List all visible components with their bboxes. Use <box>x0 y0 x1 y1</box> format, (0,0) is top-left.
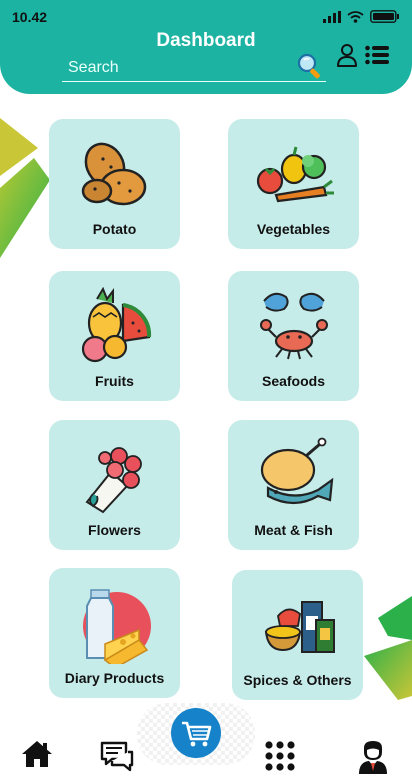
category-dairy-products[interactable]: Diary Products <box>49 568 180 698</box>
bottom-nav <box>0 700 412 778</box>
flowers-icon <box>85 447 142 514</box>
category-label: Fruits <box>95 373 134 389</box>
category-vegetables[interactable]: Vegetables <box>228 119 359 249</box>
category-seafoods[interactable]: Seafoods <box>228 271 359 401</box>
category-label: Seafoods <box>261 373 325 389</box>
list-menu-icon[interactable] <box>365 45 389 65</box>
seafood-icon <box>259 292 328 360</box>
home-icon[interactable] <box>21 740 53 768</box>
category-spices-others[interactable]: Spices & Others <box>232 570 363 700</box>
chat-icon[interactable] <box>100 740 134 774</box>
fruits-icon <box>81 287 151 363</box>
cart-icon <box>182 721 212 747</box>
category-flowers[interactable]: Flowers <box>49 420 180 550</box>
category-label: Potato <box>92 221 137 237</box>
signal-icon <box>323 10 341 23</box>
decor-stripes-right <box>364 596 412 700</box>
user-icon[interactable] <box>336 43 358 67</box>
search-input[interactable] <box>62 56 288 80</box>
vegetables-icon <box>256 146 334 203</box>
dairy-icon <box>82 589 151 664</box>
category-label: Spices & Others <box>243 672 352 688</box>
meat-fish-icon <box>260 437 333 505</box>
app-header: 10.42 Dashboard <box>0 0 412 94</box>
category-label: Flowers <box>88 522 141 538</box>
grid-menu-icon[interactable] <box>264 740 296 772</box>
category-potato[interactable]: Potato <box>49 119 180 249</box>
status-time: 10.42 <box>12 9 48 25</box>
cart-button[interactable] <box>171 708 221 758</box>
search-icon[interactable] <box>296 52 324 80</box>
status-icons <box>323 10 400 23</box>
potato-icon <box>81 142 146 206</box>
category-fruits[interactable]: Fruits <box>49 271 180 401</box>
decor-stripes-left <box>0 118 50 258</box>
category-meat-fish[interactable]: Meat & Fish <box>228 420 359 550</box>
category-label: Vegetables <box>256 221 331 237</box>
category-label: Meat & Fish <box>254 522 333 538</box>
category-label: Diary Products <box>64 670 165 686</box>
wifi-icon <box>347 10 364 23</box>
search-bar <box>62 53 326 82</box>
spices-icon <box>264 601 335 653</box>
battery-icon <box>370 10 399 23</box>
profile-icon[interactable] <box>358 740 388 774</box>
